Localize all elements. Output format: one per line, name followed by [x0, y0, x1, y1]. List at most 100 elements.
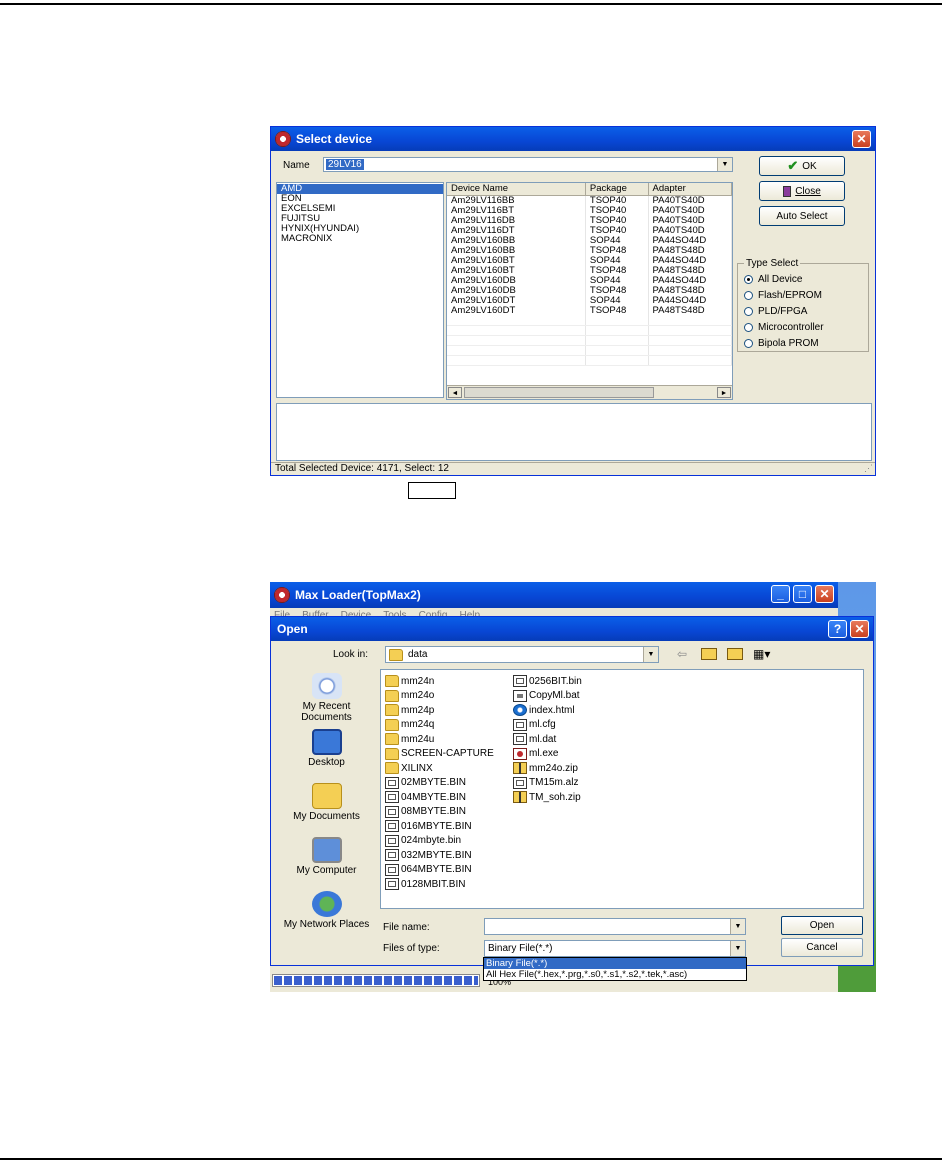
open-button[interactable]: Open: [781, 916, 863, 935]
places-desktop[interactable]: Desktop: [279, 729, 374, 768]
zip-file-icon: [513, 791, 527, 804]
type-option-binary[interactable]: Binary File(*.*): [484, 958, 746, 969]
files-of-type-combo[interactable]: Binary File(*.*) ▼: [484, 940, 746, 957]
places-my-recent-documents[interactable]: My Recent Documents: [279, 673, 374, 723]
adapter-cell: PA48TS48D: [648, 305, 732, 316]
type-option-pld-fpga[interactable]: PLD/FPGA: [744, 303, 862, 319]
file-name: ml.dat: [529, 733, 557, 745]
type-option-microcontroller[interactable]: Microcontroller: [744, 319, 862, 335]
file-item[interactable]: ml.cfg: [513, 718, 582, 733]
table-row[interactable]: Am29LV116BB TSOP40 PA40TS40D: [447, 195, 732, 206]
places-my-documents[interactable]: My Documents: [279, 783, 374, 822]
file-item[interactable]: TM_soh.zip: [513, 790, 582, 805]
close-icon[interactable]: ✕: [815, 585, 834, 603]
chevron-down-icon[interactable]: ▼: [730, 919, 745, 934]
radio-button[interactable]: [744, 338, 753, 348]
file-item[interactable]: 04MBYTE.BIN: [385, 790, 494, 805]
select-device-dialog: Select device ✕ Name 29LV16 ▼ ✔ OK Close…: [270, 126, 876, 476]
file-list[interactable]: mm24n mm24o mm24p mm24q mm24u SCREEN-CAPTURE X…: [380, 669, 864, 909]
file-item[interactable]: TM15m.alz: [513, 776, 582, 791]
help-icon[interactable]: ?: [828, 620, 847, 638]
file-item[interactable]: 02MBYTE.BIN: [385, 776, 494, 791]
file-item[interactable]: 064MBYTE.BIN: [385, 863, 494, 878]
table-row[interactable]: Am29LV160BT TSOP48 PA48TS48D: [447, 265, 732, 276]
cancel-button[interactable]: Cancel: [781, 938, 863, 957]
auto-select-button[interactable]: Auto Select: [759, 206, 845, 226]
table-row[interactable]: Am29LV160DT TSOP48 PA48TS48D: [447, 305, 732, 316]
scroll-left-icon[interactable]: ◄: [448, 387, 462, 398]
file-item[interactable]: mm24o.zip: [513, 761, 582, 776]
file-item[interactable]: mm24p: [385, 703, 494, 718]
file-item[interactable]: XILINX: [385, 761, 494, 776]
close-button[interactable]: Close: [759, 181, 845, 201]
device-name-combo[interactable]: 29LV16 ▼: [323, 157, 733, 172]
type-option-all-device[interactable]: All Device: [744, 271, 862, 287]
radio-label: Bipola PROM: [758, 337, 819, 349]
column-header-adapter[interactable]: Adapter: [648, 183, 732, 196]
file-item[interactable]: 0128MBIT.BIN: [385, 877, 494, 892]
radio-button[interactable]: [744, 274, 753, 284]
places-my-computer[interactable]: My Computer: [279, 837, 374, 876]
up-folder-icon[interactable]: [701, 648, 717, 660]
table-row[interactable]: Am29LV116DT TSOP40 PA40TS40D: [447, 225, 732, 236]
bin-file-icon: [513, 733, 527, 746]
view-menu-icon[interactable]: ▦▾: [753, 647, 770, 661]
type-option-bipola-prom[interactable]: Bipola PROM: [744, 335, 862, 351]
column-header-device-name[interactable]: Device Name: [447, 183, 586, 196]
file-item[interactable]: ml.exe: [513, 747, 582, 762]
table-row[interactable]: Am29LV160BB SOP44 PA44SO44D: [447, 235, 732, 246]
chevron-down-icon[interactable]: ▼: [730, 941, 745, 956]
radio-button[interactable]: [744, 290, 753, 300]
file-item[interactable]: 032MBYTE.BIN: [385, 848, 494, 863]
file-item[interactable]: index.html: [513, 703, 582, 718]
table-row[interactable]: Am29LV160DT SOP44 PA44SO44D: [447, 295, 732, 306]
open-dialog-titlebar: Open ? ✕: [271, 617, 873, 641]
type-option-flash-eprom[interactable]: Flash/EPROM: [744, 287, 862, 303]
device-table[interactable]: Device Name Package Adapter Am29LV116BB T…: [446, 182, 733, 400]
table-row[interactable]: Am29LV160DB SOP44 PA44SO44D: [447, 275, 732, 286]
table-row[interactable]: Am29LV160BB TSOP48 PA48TS48D: [447, 245, 732, 256]
file-name: mm24q: [401, 719, 435, 731]
file-item[interactable]: ml.dat: [513, 732, 582, 747]
chevron-down-icon[interactable]: ▼: [717, 158, 732, 171]
file-item[interactable]: mm24q: [385, 718, 494, 733]
manufacturer-list[interactable]: AMD EON EXCELSEMI FUJITSU HYNIX(HYUNDAI) MACR…: [276, 182, 444, 398]
file-item[interactable]: mm24u: [385, 732, 494, 747]
maximize-icon[interactable]: □: [793, 585, 812, 603]
door-icon: [783, 185, 792, 197]
file-item[interactable]: CopyMl.bat: [513, 689, 582, 704]
table-row[interactable]: Am29LV160DB TSOP48 PA48TS48D: [447, 285, 732, 296]
new-folder-icon[interactable]: [727, 648, 743, 660]
manufacturer-item[interactable]: MACRONIX: [277, 234, 443, 244]
file-item[interactable]: 024mbyte.bin: [385, 834, 494, 849]
ok-button[interactable]: ✔ OK: [759, 156, 845, 176]
places-my-network-places[interactable]: My Network Places: [279, 891, 374, 930]
table-row[interactable]: Am29LV116DB TSOP40 PA40TS40D: [447, 215, 732, 226]
minimize-icon[interactable]: _: [771, 585, 790, 603]
look-in-combo[interactable]: data ▼: [385, 646, 659, 663]
table-row[interactable]: Am29LV160BT SOP44 PA44SO44D: [447, 255, 732, 266]
table-row[interactable]: Am29LV116BT TSOP40 PA40TS40D: [447, 205, 732, 216]
file-item[interactable]: mm24n: [385, 674, 494, 689]
scroll-thumb[interactable]: [464, 387, 654, 398]
radio-button[interactable]: [744, 322, 753, 332]
files-of-type-dropdown: Binary File(*.*) All Hex File(*.hex,*.pr…: [483, 957, 747, 981]
horizontal-scrollbar[interactable]: ◄ ►: [447, 385, 732, 399]
scroll-right-icon[interactable]: ►: [717, 387, 731, 398]
file-item[interactable]: 0256BIT.bin: [513, 674, 582, 689]
type-option-hex[interactable]: All Hex File(*.hex,*.prg,*.s0,*.s1,*.s2,…: [484, 969, 746, 980]
file-item[interactable]: SCREEN-CAPTURE: [385, 747, 494, 762]
resize-grip-icon[interactable]: ⋰: [864, 463, 873, 474]
chevron-down-icon[interactable]: ▼: [643, 647, 658, 662]
file-item[interactable]: mm24o: [385, 689, 494, 704]
file-item[interactable]: 08MBYTE.BIN: [385, 805, 494, 820]
file-item[interactable]: 016MBYTE.BIN: [385, 819, 494, 834]
close-icon[interactable]: ✕: [852, 130, 871, 148]
column-header-package[interactable]: Package: [585, 183, 649, 196]
radio-button[interactable]: [744, 306, 753, 316]
file-name-input[interactable]: ▼: [484, 918, 746, 935]
package-cell: TSOP48: [585, 305, 649, 316]
close-icon[interactable]: ✕: [850, 620, 869, 638]
back-arrow-icon[interactable]: ⇦: [677, 647, 687, 661]
file-name: CopyMl.bat: [529, 690, 580, 702]
